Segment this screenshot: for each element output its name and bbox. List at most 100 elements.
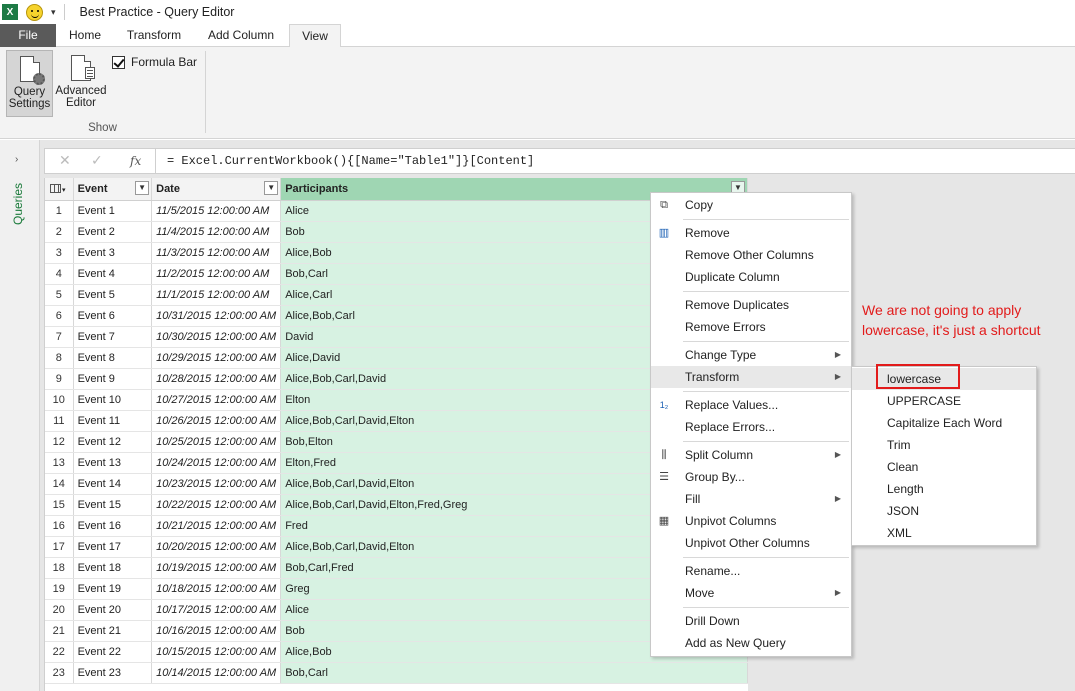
row-number[interactable]: 2	[45, 221, 74, 243]
row-number[interactable]: 20	[45, 599, 74, 621]
row-number[interactable]: 17	[45, 536, 74, 558]
row-number[interactable]: 16	[45, 515, 74, 537]
cell-date[interactable]: 10/21/2015 12:00:00 AM	[151, 515, 282, 537]
quick-access-dropdown-icon[interactable]: ▾	[51, 7, 56, 18]
row-number[interactable]: 19	[45, 578, 74, 600]
menu-item-remove[interactable]: ▥ Remove	[651, 222, 851, 244]
row-number[interactable]: 4	[45, 263, 74, 285]
submenu-item-capitalize-each-word[interactable]: Capitalize Each Word	[852, 412, 1036, 434]
cell-date[interactable]: 10/24/2015 12:00:00 AM	[151, 452, 282, 474]
cell-date[interactable]: 10/15/2015 12:00:00 AM	[151, 641, 282, 663]
row-number[interactable]: 6	[45, 305, 74, 327]
submenu-item-uppercase[interactable]: UPPERCASE	[852, 390, 1036, 412]
row-number[interactable]: 13	[45, 452, 74, 474]
row-number[interactable]: 9	[45, 368, 74, 390]
cell-date[interactable]: 10/19/2015 12:00:00 AM	[151, 557, 282, 579]
formula-bar-checkbox[interactable]	[112, 55, 125, 69]
cell-event[interactable]: Event 10	[73, 389, 153, 411]
row-number[interactable]: 1	[45, 200, 74, 222]
cell-date[interactable]: 10/14/2015 12:00:00 AM	[151, 662, 282, 684]
expand-pane-icon[interactable]: ›	[15, 154, 18, 165]
fx-icon[interactable]: fx	[130, 154, 141, 168]
cell-date[interactable]: 11/3/2015 12:00:00 AM	[151, 242, 282, 264]
submenu-item-json[interactable]: JSON	[852, 500, 1036, 522]
tab-transform[interactable]: Transform	[118, 24, 190, 47]
cell-event[interactable]: Event 11	[73, 410, 153, 432]
cell-date[interactable]: 10/31/2015 12:00:00 AM	[151, 305, 282, 327]
row-number[interactable]: 22	[45, 641, 74, 663]
row-number[interactable]: 5	[45, 284, 74, 306]
cell-event[interactable]: Event 5	[73, 284, 153, 306]
row-number[interactable]: 14	[45, 473, 74, 495]
cell-date[interactable]: 10/25/2015 12:00:00 AM	[151, 431, 282, 453]
column-header-date[interactable]: Date ▼	[151, 178, 282, 201]
cell-event[interactable]: Event 3	[73, 242, 153, 264]
queries-pane-label[interactable]: Queries	[11, 175, 25, 225]
row-number[interactable]: 8	[45, 347, 74, 369]
cell-event[interactable]: Event 16	[73, 515, 153, 537]
table-menu-button[interactable]: ▾	[45, 178, 74, 201]
cell-event[interactable]: Event 8	[73, 347, 153, 369]
row-number[interactable]: 23	[45, 662, 74, 684]
menu-item-move[interactable]: Move ▶	[651, 582, 851, 604]
row-number[interactable]: 12	[45, 431, 74, 453]
tab-home[interactable]: Home	[60, 24, 110, 47]
cell-event[interactable]: Event 6	[73, 305, 153, 327]
cell-event[interactable]: Event 14	[73, 473, 153, 495]
menu-item-group-by[interactable]: ☰ Group By...	[651, 466, 851, 488]
row-number[interactable]: 3	[45, 242, 74, 264]
cell-date[interactable]: 10/18/2015 12:00:00 AM	[151, 578, 282, 600]
menu-item-rename[interactable]: Rename...	[651, 560, 851, 582]
filter-dropdown-icon[interactable]: ▼	[135, 181, 150, 195]
cell-event[interactable]: Event 17	[73, 536, 153, 558]
cell-event[interactable]: Event 13	[73, 452, 153, 474]
cell-event[interactable]: Event 1	[73, 200, 153, 222]
cell-date[interactable]: 11/4/2015 12:00:00 AM	[151, 221, 282, 243]
cell-date[interactable]: 11/2/2015 12:00:00 AM	[151, 263, 282, 285]
commit-icon[interactable]: ✓	[91, 152, 103, 169]
cell-event[interactable]: Event 21	[73, 620, 153, 642]
cell-event[interactable]: Event 18	[73, 557, 153, 579]
row-number[interactable]: 15	[45, 494, 74, 516]
cell-date[interactable]: 10/27/2015 12:00:00 AM	[151, 389, 282, 411]
menu-item-remove-other-columns[interactable]: Remove Other Columns	[651, 244, 851, 266]
menu-item-transform[interactable]: Transform ▶	[651, 366, 851, 388]
filter-dropdown-icon[interactable]: ▼	[264, 181, 279, 195]
menu-item-unpivot-columns[interactable]: ▦ Unpivot Columns	[651, 510, 851, 532]
row-number[interactable]: 7	[45, 326, 74, 348]
tab-add-column[interactable]: Add Column	[198, 24, 284, 47]
cell-event[interactable]: Event 7	[73, 326, 153, 348]
formula-bar-toggle[interactable]: Formula Bar	[112, 55, 197, 69]
row-number[interactable]: 18	[45, 557, 74, 579]
menu-item-fill[interactable]: Fill ▶	[651, 488, 851, 510]
cell-event[interactable]: Event 19	[73, 578, 153, 600]
cell-date[interactable]: 10/29/2015 12:00:00 AM	[151, 347, 282, 369]
cell-event[interactable]: Event 20	[73, 599, 153, 621]
cell-event[interactable]: Event 2	[73, 221, 153, 243]
cell-event[interactable]: Event 23	[73, 662, 153, 684]
cell-date[interactable]: 10/22/2015 12:00:00 AM	[151, 494, 282, 516]
menu-item-unpivot-other-columns[interactable]: Unpivot Other Columns	[651, 532, 851, 554]
submenu-item-length[interactable]: Length	[852, 478, 1036, 500]
menu-item-replace-values[interactable]: 1₂ Replace Values...	[651, 394, 851, 416]
cell-participants[interactable]: Bob,Carl	[280, 662, 748, 684]
menu-item-drill-down[interactable]: Drill Down	[651, 610, 851, 632]
cell-event[interactable]: Event 12	[73, 431, 153, 453]
formula-input[interactable]: = Excel.CurrentWorkbook(){[Name="Table1"…	[167, 154, 534, 168]
menu-item-add-as-new-query[interactable]: Add as New Query	[651, 632, 851, 654]
menu-item-replace-errors[interactable]: Replace Errors...	[651, 416, 851, 438]
query-settings-button[interactable]: Query Settings	[6, 50, 53, 117]
row-number[interactable]: 11	[45, 410, 74, 432]
cancel-icon[interactable]: ✕	[59, 152, 71, 169]
row-number[interactable]: 21	[45, 620, 74, 642]
row-number[interactable]: 10	[45, 389, 74, 411]
cell-date[interactable]: 11/1/2015 12:00:00 AM	[151, 284, 282, 306]
menu-item-duplicate-column[interactable]: Duplicate Column	[651, 266, 851, 288]
menu-item-change-type[interactable]: Change Type ▶	[651, 344, 851, 366]
menu-item-remove-errors[interactable]: Remove Errors	[651, 316, 851, 338]
menu-item-split-column[interactable]: ⫼ Split Column ▶	[651, 444, 851, 466]
submenu-item-trim[interactable]: Trim	[852, 434, 1036, 456]
cell-date[interactable]: 10/17/2015 12:00:00 AM	[151, 599, 282, 621]
cell-event[interactable]: Event 22	[73, 641, 153, 663]
cell-date[interactable]: 10/16/2015 12:00:00 AM	[151, 620, 282, 642]
